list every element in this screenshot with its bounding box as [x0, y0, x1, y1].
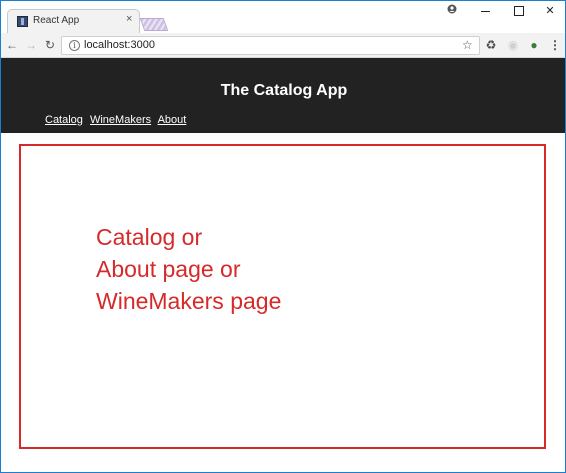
nav-link-winemakers[interactable]: WineMakers [90, 114, 151, 126]
browser-window: React App × ✕ ← → ↻ i localhost:3000 ☆ ♻… [0, 0, 566, 473]
browser-toolbar: ← → ↻ i localhost:3000 ☆ ♻ ◉ ● ⋮ [1, 33, 565, 58]
profile-icon[interactable] [447, 4, 457, 14]
app-title: The Catalog App [220, 82, 348, 99]
tab-title: React App [33, 15, 80, 26]
info-icon[interactable]: i [69, 40, 80, 51]
new-tab-button[interactable] [139, 18, 169, 31]
content-placeholder: Catalog or About page or WineMakers page [19, 144, 546, 449]
tab-strip: React App × ✕ [1, 1, 565, 33]
star-icon[interactable]: ☆ [462, 38, 473, 52]
app-header: The Catalog App Catalog WineMakers About [1, 58, 565, 133]
react-favicon-icon [17, 16, 28, 27]
arrow-left-icon[interactable]: ← [5, 38, 19, 52]
placeholder-line: About page or [96, 256, 241, 282]
tab-close-icon[interactable]: × [126, 13, 132, 25]
arrow-right-icon[interactable]: → [24, 38, 38, 52]
app-nav: Catalog WineMakers About [45, 114, 190, 126]
globe-extension-icon[interactable]: ● [527, 38, 541, 52]
kebab-menu-icon[interactable]: ⋮ [548, 38, 562, 52]
placeholder-text: Catalog or About page or WineMakers page [96, 221, 281, 317]
address-bar[interactable]: i localhost:3000 ☆ [61, 36, 480, 55]
nav-link-about[interactable]: About [158, 114, 187, 126]
placeholder-line: WineMakers page [96, 288, 282, 314]
browser-tab[interactable]: React App × [7, 9, 140, 33]
url-text[interactable]: localhost:3000 [84, 39, 155, 51]
maximize-button[interactable] [512, 5, 524, 17]
minimize-button[interactable] [479, 5, 491, 17]
nav-link-catalog[interactable]: Catalog [45, 114, 83, 126]
recycle-extension-icon[interactable]: ♻ [484, 38, 498, 52]
placeholder-line: Catalog or [96, 224, 203, 250]
extension-icon[interactable]: ◉ [506, 38, 520, 52]
reload-icon[interactable]: ↻ [43, 38, 57, 52]
close-window-button[interactable]: ✕ [544, 5, 556, 17]
